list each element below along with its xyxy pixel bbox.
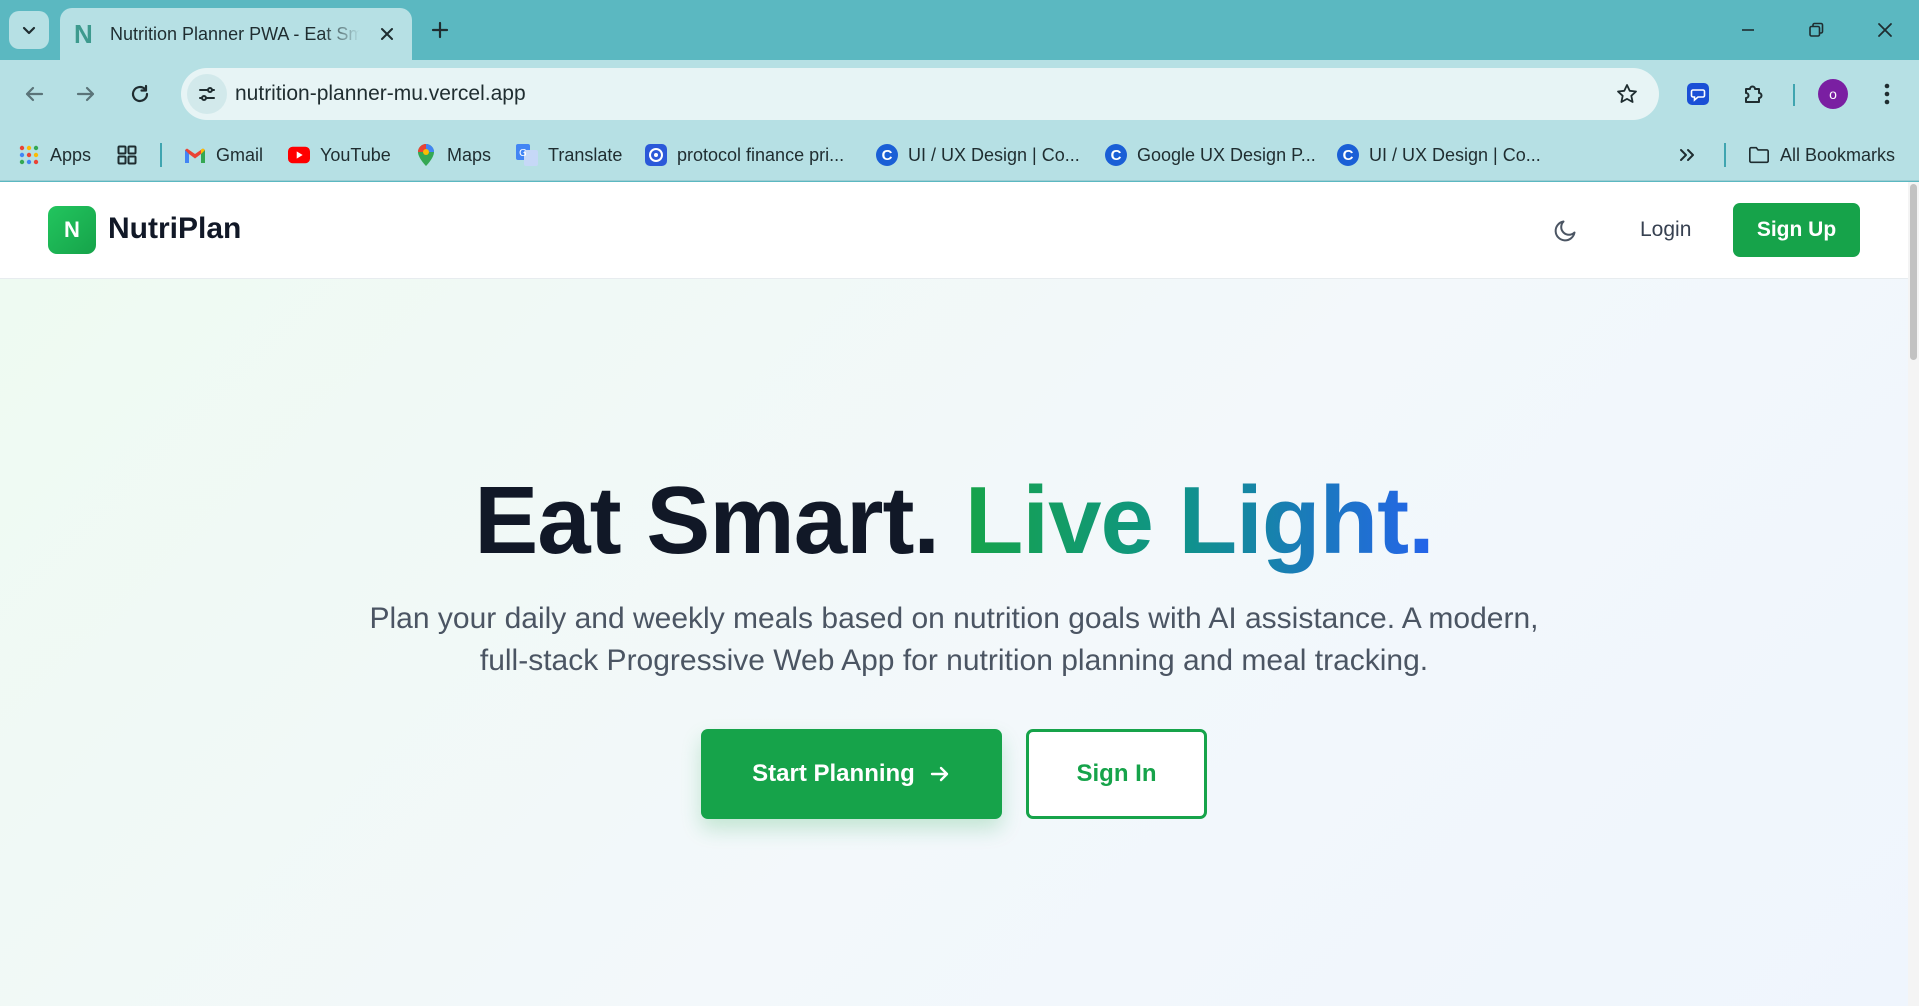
tab-groups-button[interactable] <box>116 141 148 169</box>
coursera-icon: C <box>1337 144 1359 166</box>
gmail-icon <box>184 144 206 166</box>
page-scrollbar[interactable] <box>1908 182 1919 1006</box>
close-window-button[interactable] <box>1855 10 1915 50</box>
bookmark-label: UI / UX Design | Co... <box>908 144 1080 165</box>
start-planning-button[interactable]: Start Planning <box>701 729 1002 819</box>
bookmark-label: All Bookmarks <box>1780 144 1896 165</box>
bookmark-google-ux-design[interactable]: C Google UX Design P... <box>1105 141 1316 169</box>
browser-tab-strip: N Nutrition Planner PWA - Eat Smart. Liv… <box>0 0 1919 60</box>
arrow-left-icon <box>25 86 44 102</box>
theme-toggle-button[interactable] <box>1546 210 1586 250</box>
bookmark-ui-ux-design-1[interactable]: C UI / UX Design | Co... <box>876 141 1080 169</box>
plus-icon <box>431 21 449 39</box>
minimize-button[interactable] <box>1718 10 1778 50</box>
tune-icon <box>199 87 215 101</box>
login-button[interactable]: Login <box>1620 210 1711 250</box>
browser-menu-button[interactable] <box>1867 74 1907 114</box>
chat-extension-button[interactable] <box>1678 74 1718 114</box>
reload-button[interactable] <box>120 74 160 114</box>
arrow-right-icon <box>76 86 95 102</box>
bookmark-protocol-finance[interactable]: protocol finance pri... <box>645 141 844 169</box>
bookmark-youtube[interactable]: YouTube <box>288 141 391 169</box>
back-button[interactable] <box>14 74 54 114</box>
url-text: nutrition-planner-mu.vercel.app <box>235 82 526 105</box>
chevron-down-icon <box>22 26 36 35</box>
maps-pin-icon <box>415 144 437 166</box>
folder-icon <box>1748 144 1770 166</box>
grid-icon <box>116 144 138 166</box>
restore-button[interactable] <box>1786 10 1846 50</box>
close-icon <box>381 28 393 40</box>
all-bookmarks-button[interactable]: All Bookmarks <box>1748 141 1895 169</box>
bookmark-label: Translate <box>548 144 623 165</box>
hero-title: Eat Smart. Live Light. <box>0 466 1908 576</box>
scrollbar-thumb[interactable] <box>1910 184 1917 360</box>
hero-title-accent: Live Light. <box>964 467 1435 574</box>
forward-button[interactable] <box>66 74 106 114</box>
bookmarks-divider <box>160 143 162 167</box>
brand-name[interactable]: NutriPlan <box>108 212 241 246</box>
start-planning-label: Start Planning <box>752 760 915 787</box>
bookmarks-bar: Apps Gmail YouTube Maps G Translate prot <box>0 129 1919 181</box>
address-bar[interactable]: nutrition-planner-mu.vercel.app <box>181 68 1659 120</box>
star-icon <box>1617 84 1637 103</box>
arrow-right-icon <box>929 763 951 785</box>
reload-icon <box>131 84 149 103</box>
bookmark-translate[interactable]: G Translate <box>516 141 622 169</box>
browser-toolbar: nutrition-planner-mu.vercel.app o <box>0 60 1919 129</box>
protocol-icon <box>645 144 667 166</box>
close-window-icon <box>1878 23 1892 37</box>
page-viewport: N NutriPlan Login Sign Up Eat Smart. Liv… <box>0 182 1919 1006</box>
bookmark-label: YouTube <box>320 144 391 165</box>
tab-favicon-icon: N <box>74 19 93 49</box>
double-chevron-right-icon <box>1676 144 1698 166</box>
restore-icon <box>1809 22 1824 37</box>
signup-button[interactable]: Sign Up <box>1733 203 1860 257</box>
hero-title-primary: Eat Smart. <box>474 467 940 574</box>
puzzle-icon <box>1745 85 1763 103</box>
sign-in-button[interactable]: Sign In <box>1026 729 1207 819</box>
coursera-icon: C <box>876 144 898 166</box>
apps-grid-icon <box>18 144 40 166</box>
bookmarks-divider <box>1724 143 1726 167</box>
hero-subtitle: Plan your daily and weekly meals based o… <box>369 602 1539 677</box>
bookmark-ui-ux-design-2[interactable]: C UI / UX Design | Co... <box>1337 141 1541 169</box>
bookmark-gmail[interactable]: Gmail <box>184 141 263 169</box>
profile-avatar[interactable]: o <box>1818 79 1848 109</box>
tab-search-button[interactable] <box>9 11 49 49</box>
youtube-icon <box>288 144 310 166</box>
tab-title: Nutrition Planner PWA - Eat Smart. Live … <box>110 23 360 44</box>
bookmark-star-button[interactable] <box>1613 80 1641 108</box>
app-header: N NutriPlan Login Sign Up <box>0 182 1908 279</box>
bookmark-maps[interactable]: Maps <box>415 141 491 169</box>
bookmark-apps[interactable]: Apps <box>18 141 91 169</box>
new-tab-button[interactable] <box>424 14 456 46</box>
bookmark-label: protocol finance pri... <box>677 144 845 165</box>
logo-icon[interactable]: N <box>48 206 96 254</box>
translate-icon: G <box>516 144 538 166</box>
tab-close-button[interactable] <box>376 23 398 45</box>
toolbar-divider <box>1793 84 1795 106</box>
bookmark-label: Apps <box>50 144 92 165</box>
more-vertical-icon <box>1884 83 1890 105</box>
bookmark-label: UI / UX Design | Co... <box>1369 144 1541 165</box>
extensions-button[interactable] <box>1734 74 1774 114</box>
svg-text:G: G <box>519 148 527 159</box>
browser-tab-active[interactable]: N Nutrition Planner PWA - Eat Smart. Liv… <box>60 8 412 60</box>
site-info-button[interactable] <box>187 74 227 114</box>
chat-extension-icon <box>1687 83 1709 105</box>
bookmark-label: Maps <box>447 144 492 165</box>
bookmark-label: Google UX Design P... <box>1137 144 1316 165</box>
moon-icon <box>1554 220 1576 242</box>
minimize-icon <box>1742 29 1754 31</box>
bookmark-label: Gmail <box>216 144 264 165</box>
bookmarks-overflow-button[interactable] <box>1676 141 1708 169</box>
coursera-icon: C <box>1105 144 1127 166</box>
